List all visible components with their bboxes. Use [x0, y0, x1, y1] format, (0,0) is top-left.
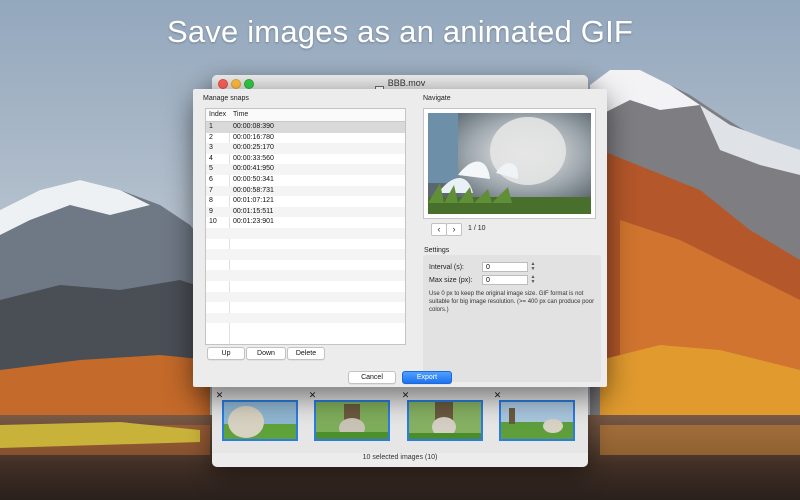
empty-row	[206, 312, 405, 324]
previous-frame-button[interactable]: ‹	[431, 223, 447, 236]
table-row[interactable]: 1 00:00:08:390	[206, 122, 405, 133]
snaps-table[interactable]: Index Time 1 00:00:08:390 2 00:00:16:780 3…	[205, 108, 406, 345]
table-row[interactable]: 6 00:00:50:341	[206, 175, 405, 186]
row-time: 00:00:33:560	[233, 154, 274, 162]
table-header: Index Time	[206, 109, 405, 122]
window-title-text: BBB.mov	[387, 78, 426, 88]
move-up-button[interactable]: Up	[207, 347, 245, 360]
row-time: 00:01:23:901	[233, 218, 274, 226]
row-time: 00:00:25:170	[233, 144, 274, 152]
row-time: 00:00:58:731	[233, 186, 274, 194]
row-index: 5	[209, 165, 213, 173]
row-time: 00:01:15:511	[233, 207, 274, 215]
settings-help-text: Use 0 px to keep the original image size…	[429, 291, 595, 313]
settings-box: Interval (s): 0 ▲ ▼ Max size (px): 0 ▲ ▼ U…	[423, 255, 601, 382]
manage-snaps-label: Manage snaps	[203, 95, 249, 102]
delete-button[interactable]: Delete	[287, 347, 325, 360]
export-gif-sheet: Manage snaps Navigate Index Time 1 00:00:…	[193, 89, 607, 387]
export-button[interactable]: Export	[402, 371, 452, 384]
chevron-left-icon: ‹	[437, 224, 441, 234]
row-time: 00:00:08:390	[233, 123, 274, 130]
row-index: 4	[209, 154, 213, 162]
row-time: 00:01:07:121	[233, 197, 274, 205]
empty-row	[206, 291, 405, 303]
empty-row	[206, 239, 405, 250]
row-time: 00:00:16:780	[233, 133, 274, 141]
interval-stepper-icon[interactable]: ▲ ▼	[530, 262, 536, 272]
table-row[interactable]: 9 00:01:15:511	[206, 206, 405, 218]
remove-thumbnail-4-close-icon[interactable]: ✕	[493, 391, 502, 400]
settings-label: Settings	[424, 247, 450, 254]
empty-row	[206, 323, 405, 334]
table-row[interactable]: 4 00:00:33:560	[206, 154, 405, 165]
empty-row	[206, 302, 405, 313]
row-index: 8	[209, 197, 213, 205]
next-frame-button[interactable]: ›	[446, 223, 462, 236]
empty-row	[206, 249, 405, 260]
empty-row	[206, 227, 405, 239]
interval-field[interactable]: 0	[482, 262, 528, 272]
thumbnail-3[interactable]	[407, 400, 483, 441]
thumbnail-1[interactable]	[222, 400, 298, 441]
table-row[interactable]: 5 00:00:41:950	[206, 164, 405, 175]
row-index: 7	[209, 186, 213, 194]
cancel-button[interactable]: Cancel	[348, 371, 396, 384]
row-time: 00:00:50:341	[233, 175, 274, 183]
table-row[interactable]: 3 00:00:25:170	[206, 143, 405, 154]
table-row[interactable]: 10 00:01:23:901	[206, 217, 405, 228]
table-row[interactable]: 2 00:00:16:780	[206, 133, 405, 144]
remove-thumbnail-1-close-icon[interactable]: ✕	[215, 391, 224, 400]
remove-thumbnail-3-close-icon[interactable]: ✕	[401, 391, 410, 400]
empty-row	[206, 260, 405, 271]
frame-preview	[423, 108, 596, 219]
row-index: 1	[209, 123, 213, 130]
row-index: 9	[209, 207, 213, 215]
row-time: 00:00:41:950	[233, 165, 274, 173]
move-down-button[interactable]: Down	[246, 347, 286, 360]
remove-thumbnail-2-close-icon[interactable]: ✕	[308, 391, 317, 400]
thumbnail-2[interactable]	[314, 400, 390, 441]
empty-row	[206, 270, 405, 281]
page-indicator: 1 / 10	[468, 225, 486, 232]
row-index: 10	[209, 218, 217, 226]
row-index: 6	[209, 175, 213, 183]
thumbnail-strip: ✕ ✕ ✕ ✕	[212, 388, 588, 453]
interval-label: Interval (s):	[429, 264, 465, 271]
row-index: 2	[209, 133, 213, 141]
column-header-time[interactable]: Time	[233, 111, 248, 118]
max-size-label: Max size (px):	[429, 277, 473, 284]
empty-row	[206, 281, 405, 292]
preview-image	[428, 113, 591, 214]
headline: Save images as an animated GIF	[166, 14, 634, 49]
table-row[interactable]: 7 00:00:58:731	[206, 185, 405, 197]
table-row[interactable]: 8 00:01:07:121	[206, 196, 405, 207]
column-header-index[interactable]: Index	[209, 111, 226, 118]
selection-status: 10 selected images (10)	[362, 454, 438, 461]
chevron-right-icon: ›	[452, 224, 456, 234]
navigate-label: Navigate	[423, 95, 451, 102]
row-index: 3	[209, 144, 213, 152]
max-size-field[interactable]: 0	[482, 275, 528, 285]
max-size-stepper-icon[interactable]: ▲ ▼	[530, 275, 536, 285]
thumbnail-4[interactable]	[499, 400, 575, 441]
